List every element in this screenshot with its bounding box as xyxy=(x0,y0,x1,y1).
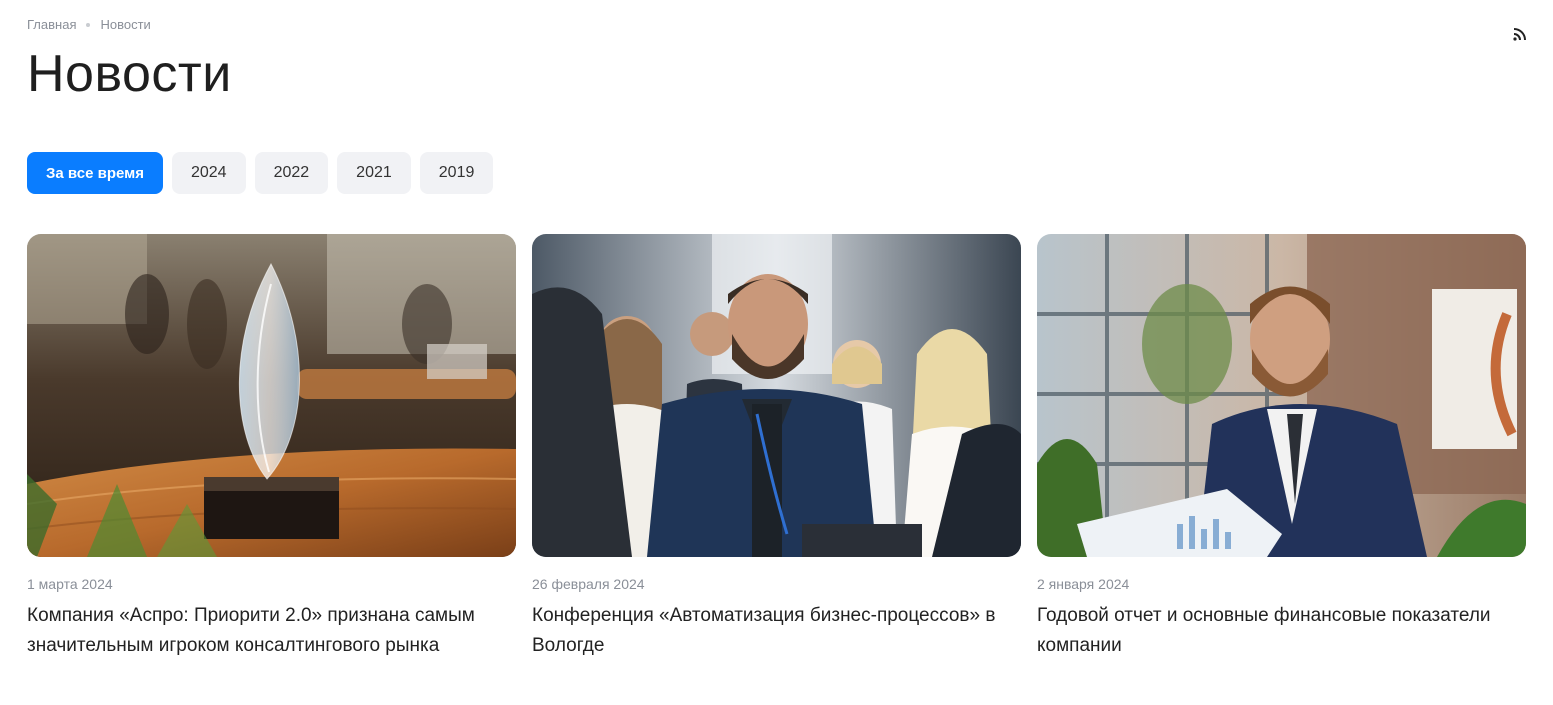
filter-2022[interactable]: 2022 xyxy=(254,152,329,194)
news-image-conference[interactable] xyxy=(532,234,1021,557)
filter-all-time[interactable]: За все время xyxy=(27,152,163,194)
news-date: 26 февраля 2024 xyxy=(532,576,645,592)
conference-audience-photo xyxy=(532,234,1021,557)
news-card: 1 марта 2024 Компания «Аспро: Приорити 2… xyxy=(27,234,516,661)
breadcrumb: Главная Новости xyxy=(27,17,151,32)
news-list: 1 марта 2024 Компания «Аспро: Приорити 2… xyxy=(27,234,1526,661)
award-trophy-photo xyxy=(27,234,516,557)
rss-icon[interactable] xyxy=(1511,25,1529,43)
news-title-link[interactable]: Конференция «Автоматизация бизнес-процес… xyxy=(532,601,1021,661)
news-title-link[interactable]: Годовой отчет и основные финансовые пока… xyxy=(1037,601,1526,661)
news-image-report[interactable] xyxy=(1037,234,1526,557)
news-title-link[interactable]: Компания «Аспро: Приорити 2.0» признана … xyxy=(27,601,516,661)
filter-2021[interactable]: 2021 xyxy=(337,152,411,194)
news-image-award[interactable] xyxy=(27,234,516,557)
news-date: 2 января 2024 xyxy=(1037,576,1130,592)
year-filter-tabs: За все время 2024 2022 2021 2019 xyxy=(27,152,494,194)
news-card: 2 января 2024 Годовой отчет и основные ф… xyxy=(1037,234,1526,661)
news-date: 1 марта 2024 xyxy=(27,576,113,592)
breadcrumb-home-link[interactable]: Главная xyxy=(27,17,76,32)
breadcrumb-separator xyxy=(86,22,91,27)
filter-2024[interactable]: 2024 xyxy=(171,152,246,194)
breadcrumb-current: Новости xyxy=(100,17,151,32)
businessman-report-photo xyxy=(1037,234,1526,557)
page-title: Новости xyxy=(27,45,232,103)
news-card: 26 февраля 2024 Конференция «Автоматизац… xyxy=(532,234,1021,661)
filter-2019[interactable]: 2019 xyxy=(419,152,494,194)
